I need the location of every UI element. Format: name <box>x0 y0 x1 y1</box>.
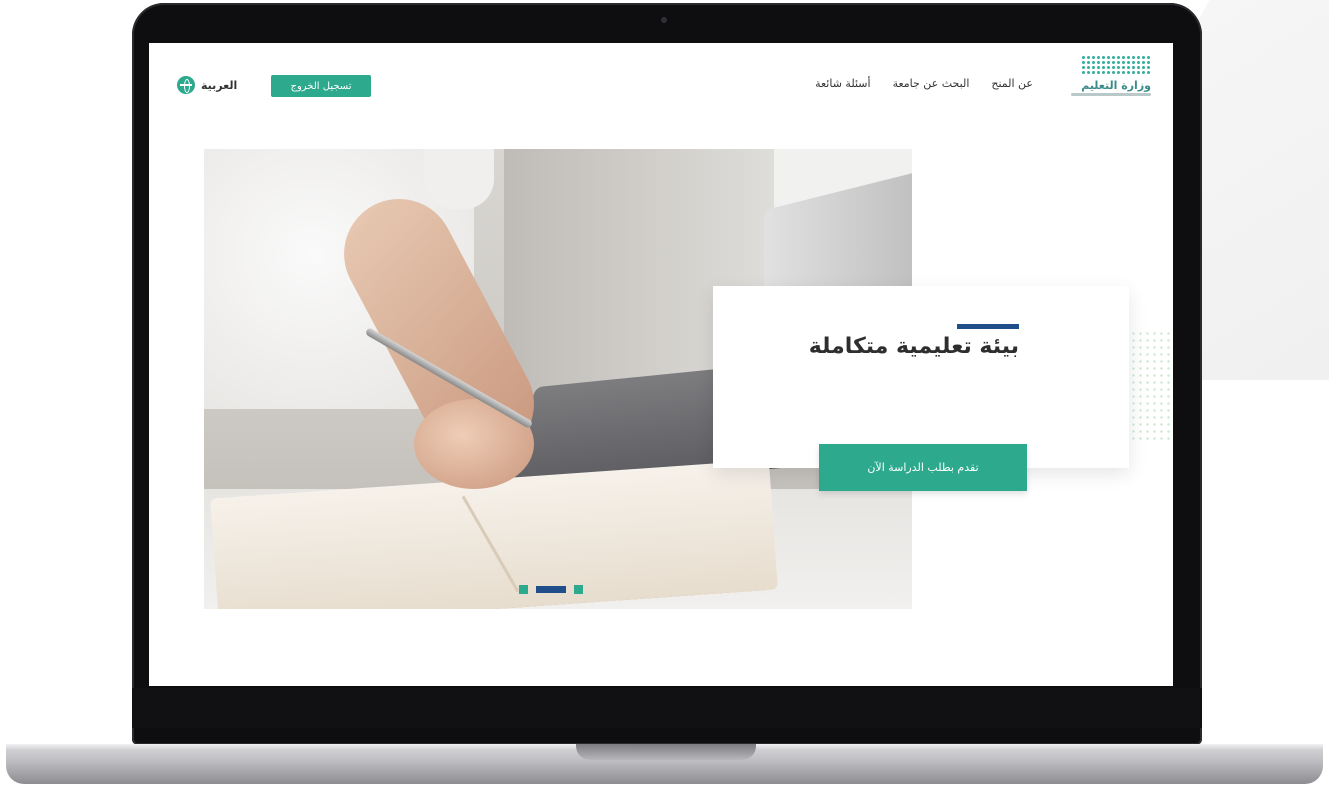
slide-dot-1[interactable] <box>519 585 528 594</box>
hero-title: بيئة تعليمية متكاملة <box>808 334 1019 359</box>
photo-sleeve <box>424 149 494 209</box>
laptop-chin <box>132 688 1202 728</box>
language-switcher[interactable]: العربية <box>177 76 237 94</box>
logo-dots-icon <box>1081 55 1151 75</box>
camera-icon <box>661 17 667 23</box>
ministry-logo[interactable]: وزارة التعليم <box>1059 55 1151 97</box>
decorative-dots <box>1130 330 1170 440</box>
nav-item-faq[interactable]: أسئلة شائعة <box>815 77 870 90</box>
logo-text: وزارة التعليم <box>1081 79 1151 92</box>
main-nav: عن المنح البحث عن جامعة أسئلة شائعة <box>815 77 1033 90</box>
card-accent-line <box>957 324 1019 329</box>
apply-now-button[interactable]: تقدم بطلب الدراسة الآن <box>819 444 1027 491</box>
globe-icon <box>177 76 195 94</box>
nav-item-about-scholarships[interactable]: عن المنح <box>991 77 1033 90</box>
slide-dot-2-active[interactable] <box>536 586 566 593</box>
logout-button[interactable]: تسجيل الخروج <box>271 75 371 97</box>
nav-item-find-university[interactable]: البحث عن جامعة <box>893 77 970 90</box>
hero-card: بيئة تعليمية متكاملة <box>713 286 1129 468</box>
logo-subtitle-bar <box>1071 93 1151 96</box>
laptop-notch <box>576 744 756 760</box>
slider-pagination <box>519 585 583 594</box>
slide-dot-3[interactable] <box>574 585 583 594</box>
browser-viewport: وزارة التعليم عن المنح البحث عن جامعة أس… <box>149 43 1173 686</box>
language-label: العربية <box>201 78 238 92</box>
